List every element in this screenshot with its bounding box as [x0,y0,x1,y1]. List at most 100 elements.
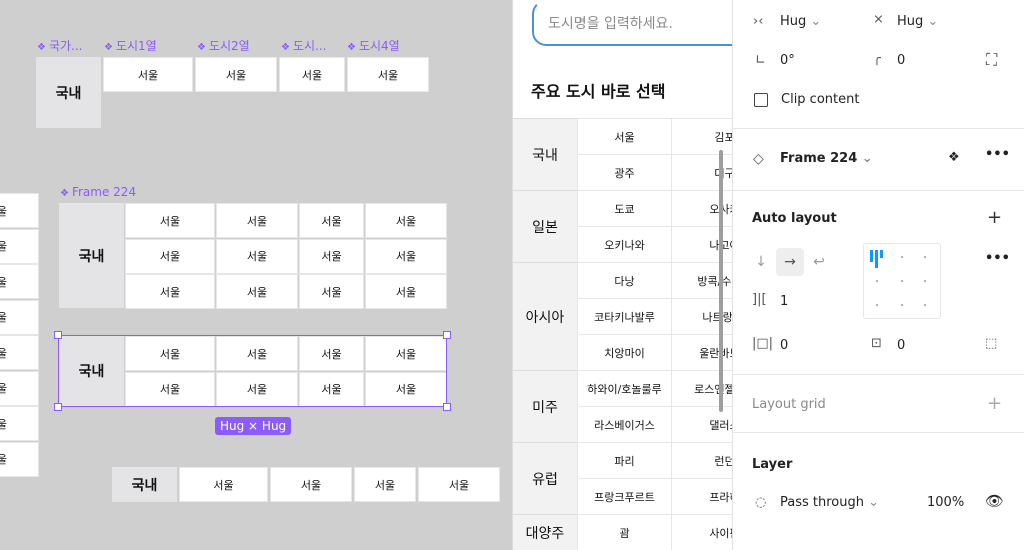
blend-mode-dropdown[interactable]: Pass through ⌄ [780,495,879,510]
city-cell[interactable]: 서울 [365,274,447,309]
independent-corners-icon[interactable]: ⛶ [986,50,997,70]
city-link[interactable]: 오키나와 [577,226,671,262]
city-link[interactable]: 댈러스 [671,406,732,442]
align-dot[interactable] [901,304,903,306]
align-dot[interactable] [924,304,926,306]
region-label[interactable]: 대양주 [513,514,577,550]
city-link[interactable]: 런던 [671,442,732,478]
city-link[interactable]: 괌 [577,514,671,550]
city-cell[interactable]: 서울 [365,238,447,274]
design-canvas[interactable]: ❖ 국가... ❖ 도시1열 ❖ 도시2열 ❖ 도시... ❖ 도시4열 국내 서울 서울… [0,0,512,550]
gap-input[interactable]: 1 [780,294,788,309]
resize-handle-bl[interactable] [54,403,62,411]
city-link[interactable]: 김포 [671,118,732,154]
clip-content-checkbox[interactable] [754,93,768,107]
alignment-grid[interactable] [863,243,941,319]
city-link[interactable]: 프랑크푸르트 [577,478,671,514]
frame-label[interactable]: ❖ Frame 224 [60,185,136,201]
city-cell[interactable]: 서울 [347,57,429,92]
city-link[interactable]: 광주 [577,154,671,190]
city-cell[interactable]: 서울 [216,203,298,238]
direction-wrap-button[interactable]: ↩ [805,248,833,276]
width-mode-dropdown[interactable]: Hug ⌄ [780,14,821,29]
resize-handle-tr[interactable] [443,331,451,339]
opacity-input[interactable]: 100% [927,495,964,510]
component-label-city3[interactable]: ❖ 도시... [281,39,327,55]
eye-icon[interactable]: 👁 [985,492,1004,510]
city-cell[interactable]: 서울 [179,467,268,502]
width-resize-icon: ›‹ [753,14,764,29]
city-cell[interactable]: 서울 [125,274,215,309]
city-link[interactable]: 라스베이거스 [577,406,671,442]
city-cell[interactable]: 울 [0,299,39,335]
frame-country-header[interactable]: 국내 [59,203,124,308]
more-options-icon[interactable]: ••• [985,251,1010,266]
region-label[interactable]: 아시아 [513,262,577,370]
region-label[interactable]: 미주 [513,370,577,442]
city-cell[interactable]: 서울 [418,467,500,502]
resize-handle-br[interactable] [443,403,451,411]
city-link[interactable]: 프라하 [671,478,732,514]
city-link[interactable]: 다낭 [577,262,671,298]
city-cell[interactable]: 서울 [125,238,215,274]
city-cell[interactable]: 울 [0,335,39,370]
city-link[interactable]: 치앙마이 [577,334,671,370]
rotation-input[interactable]: 0° [780,53,795,68]
align-dot[interactable] [876,304,878,306]
city-cell[interactable]: 서울 [299,238,364,274]
city-link[interactable]: 도쿄 [577,190,671,226]
city-cell[interactable]: 울 [0,228,39,264]
city-cell[interactable]: 울 [0,370,39,406]
align-dot[interactable] [901,256,903,258]
component-label-country[interactable]: ❖ 국가... [37,39,83,55]
city-search-input[interactable]: 도시명을 입력하세요. [532,0,732,46]
more-options-icon[interactable]: ••• [985,147,1010,162]
city-cell[interactable]: 서울 [299,274,364,309]
corner-radius-input[interactable]: 0 [897,53,905,68]
city-cell[interactable]: 울 [0,406,39,441]
city-cell[interactable]: 서울 [299,203,364,238]
align-dot[interactable] [924,280,926,282]
align-dot[interactable] [924,256,926,258]
city-link[interactable]: 서울 [577,118,671,154]
region-label[interactable]: 유럽 [513,442,577,514]
resize-handle-tl[interactable] [54,331,62,339]
add-icon[interactable]: + [987,207,1002,228]
city-cell[interactable]: 서울 [354,467,416,502]
region-label[interactable]: 국내 [513,118,577,190]
city-cell[interactable]: 서울 [270,467,352,502]
component-instance-icon[interactable]: ❖ [948,150,960,165]
component-label-city2[interactable]: ❖ 도시2열 [197,39,250,55]
city-cell[interactable]: 서울 [216,274,298,309]
city-cell[interactable]: 서울 [216,238,298,274]
frame-name-dropdown[interactable]: Frame 224 ⌄ [780,151,873,166]
padding-horizontal-input[interactable]: 0 [780,338,788,353]
padding-vertical-input[interactable]: 0 [897,338,905,353]
city-cell[interactable]: 서울 [125,203,215,238]
direction-horizontal-button[interactable]: → [776,248,804,276]
preview-scrollbar[interactable] [719,150,723,412]
city-link[interactable]: 코타키나발루 [577,298,671,334]
city-cell[interactable]: 울 [0,193,39,228]
city-link[interactable]: 하와이/호놀룰루 [577,370,671,406]
align-dot[interactable] [876,280,878,282]
add-icon[interactable]: + [987,393,1002,414]
bottom-country-header[interactable]: 국내 [112,467,177,502]
city-link[interactable]: 파리 [577,442,671,478]
country-header[interactable]: 국내 [36,57,101,128]
city-cell[interactable]: 서울 [279,57,345,92]
component-label-city1[interactable]: ❖ 도시1열 [104,39,157,55]
component-label-city4[interactable]: ❖ 도시4열 [347,39,400,55]
city-cell[interactable]: 울 [0,441,39,477]
selection-outline[interactable] [58,335,447,407]
align-dot[interactable] [901,280,903,282]
city-cell[interactable]: 서울 [103,57,193,92]
city-link[interactable]: 사이판 [671,514,732,550]
city-cell[interactable]: 울 [0,264,39,299]
individual-padding-icon[interactable]: ⬚ [985,336,997,351]
city-cell[interactable]: 서울 [195,57,277,92]
height-mode-dropdown[interactable]: Hug ⌄ [897,14,938,29]
direction-vertical-button[interactable]: ↓ [747,248,775,276]
region-label[interactable]: 일본 [513,190,577,262]
city-cell[interactable]: 서울 [365,203,447,238]
